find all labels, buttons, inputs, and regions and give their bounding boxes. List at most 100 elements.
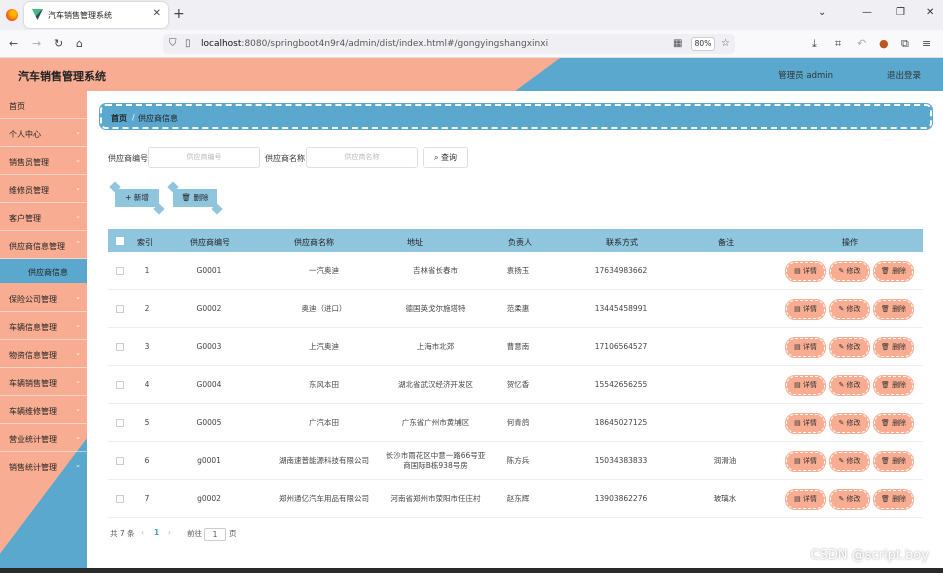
restore-icon[interactable]: ❐ — [896, 7, 905, 18]
bookmark-star-icon[interactable]: ☆ — [721, 38, 730, 49]
menu-hamburger-icon[interactable]: ≡ — [922, 37, 931, 50]
firefox-icon[interactable] — [6, 9, 18, 21]
search-button[interactable]: ⌕ 查询 — [423, 147, 468, 168]
shield-icon[interactable]: ⛉ — [169, 38, 177, 49]
select-all-checkbox[interactable] — [116, 237, 124, 245]
cell-address: 湖北省武汉经济开发区 — [398, 380, 473, 389]
cell-index: 1 — [144, 266, 150, 275]
main-content: 首页 / 供应商信息 供应商编号 供应商编号 供应商名称 供应商名称 ⌕ 查询 … — [87, 91, 943, 573]
chevron-down-icon: ⌄ — [75, 377, 81, 385]
add-button[interactable]: + 新增 — [115, 189, 159, 207]
row-checkbox[interactable] — [116, 457, 124, 465]
row-checkbox[interactable] — [116, 343, 124, 351]
pagination-next[interactable]: › — [168, 528, 171, 537]
row-checkbox[interactable] — [116, 267, 124, 275]
crop-icon[interactable]: ⌗ — [835, 37, 841, 51]
col-header-index: 索引 — [137, 238, 153, 247]
url-bar[interactable]: ⛉ ▯ localhost:8080/springboot4n9r4/admin… — [163, 34, 735, 54]
detail-button[interactable]: ▤ 详情 — [785, 261, 826, 282]
sidebar-item-vehicle-repair[interactable]: 车辆维修管理 ⌄ — [0, 396, 87, 424]
sidebar-item-repairman[interactable]: 维修员管理 ⌄ — [0, 175, 87, 203]
cell-index: 2 — [144, 304, 150, 313]
edit-button[interactable]: ✎ 修改 — [829, 375, 870, 396]
detail-button[interactable]: ▤ 详情 — [785, 375, 826, 396]
trash-icon: 🗑 — [880, 305, 893, 313]
supplier-name-input[interactable]: 供应商名称 — [306, 147, 418, 168]
delete-button[interactable]: 🗑 删除 — [873, 451, 914, 472]
delete-button[interactable]: 🗑 删除 — [873, 337, 914, 358]
undo-icon[interactable]: ↶ — [857, 37, 866, 50]
table-row: 4 G0004 东风本田 湖北省武汉经济开发区 贺忆香 15542656255 ▤ 详情 ✎ … — [108, 366, 923, 404]
back-arrow-icon[interactable]: ← — [9, 37, 18, 50]
sidebar-item-vehicle-info[interactable]: 车辆信息管理 ⌄ — [0, 312, 87, 340]
close-tab-icon[interactable]: ✕ — [153, 8, 161, 19]
document-icon: ▤ — [794, 267, 803, 275]
chevron-down-icon: ⌄ — [75, 461, 81, 469]
delete-button[interactable]: 🗑 删除 — [873, 413, 914, 434]
row-checkbox[interactable] — [116, 305, 124, 313]
delete-button[interactable]: 🗑 删除 — [873, 261, 914, 282]
batch-delete-button[interactable]: 🗑 删除 — [173, 189, 217, 207]
cell-index: 7 — [144, 494, 150, 503]
delete-button-label: 删除 — [892, 305, 907, 313]
sidebar-item-label: 供应商信息管理 — [9, 242, 65, 251]
edit-button[interactable]: ✎ 修改 — [829, 337, 870, 358]
pagination-page[interactable]: 1 — [154, 528, 159, 537]
qr-code-icon[interactable]: ▦ — [673, 38, 682, 49]
edit-button[interactable]: ✎ 修改 — [829, 451, 870, 472]
sidebar-item-insurance[interactable]: 保险公司管理 ⌄ — [0, 284, 87, 312]
col-header-code: 供应商编号 — [190, 238, 230, 247]
pagination-goto-input[interactable]: 1 — [204, 528, 226, 541]
logout-link[interactable]: 退出登录 — [887, 69, 921, 81]
extensions-puzzle-icon[interactable]: ⧉ — [901, 37, 909, 51]
detail-button[interactable]: ▤ 详情 — [785, 299, 826, 320]
detail-button[interactable]: ▤ 详情 — [785, 413, 826, 434]
sidebar-item-sales-stats[interactable]: 销售统计管理 ⌄ — [0, 452, 87, 480]
sidebar-subitem-supplier-info[interactable]: 供应商信息 — [0, 259, 87, 283]
sidebar-item-label: 车辆维修管理 — [9, 407, 57, 416]
delete-button[interactable]: 🗑 删除 — [873, 489, 914, 510]
chevron-down-icon: ⌄ — [75, 405, 81, 413]
delete-button[interactable]: 🗑 删除 — [873, 375, 914, 396]
sidebar-item-vehicle-sales[interactable]: 车辆销售管理 ⌄ — [0, 368, 87, 396]
edit-icon: ✎ — [838, 381, 847, 389]
row-checkbox[interactable] — [116, 419, 124, 427]
forward-arrow-icon[interactable]: → — [32, 37, 41, 50]
edit-button[interactable]: ✎ 修改 — [829, 261, 870, 282]
url-text[interactable]: localhost:8080/springboot4n9r4/admin/dis… — [201, 39, 548, 49]
page-info-icon[interactable]: ▯ — [185, 38, 191, 49]
sidebar-item-home[interactable]: 首页 — [0, 91, 87, 119]
home-icon[interactable]: ⌂ — [76, 37, 83, 50]
edit-button[interactable]: ✎ 修改 — [829, 413, 870, 434]
window-close-icon[interactable]: ✕ — [926, 7, 934, 18]
detail-button[interactable]: ▤ 详情 — [785, 451, 826, 472]
new-tab-icon[interactable]: + — [173, 6, 185, 22]
edit-button[interactable]: ✎ 修改 — [829, 489, 870, 510]
zoom-level[interactable]: 80% — [691, 37, 715, 51]
sidebar-item-customer[interactable]: 客户管理 ⌄ — [0, 203, 87, 231]
extension-fox-icon[interactable]: ● — [879, 37, 889, 50]
edit-button-label: 修改 — [846, 267, 861, 275]
row-checkbox[interactable] — [116, 495, 124, 503]
sidebar-item-materials[interactable]: 物资信息管理 ⌄ — [0, 340, 87, 368]
download-icon[interactable]: ⤓ — [812, 37, 817, 51]
pagination-prev[interactable]: ‹ — [141, 528, 144, 537]
delete-button[interactable]: 🗑 删除 — [873, 299, 914, 320]
breadcrumb-home[interactable]: 首页 — [111, 113, 127, 124]
minimize-icon[interactable]: — — [862, 7, 872, 18]
supplier-code-input[interactable]: 供应商编号 — [148, 147, 260, 168]
sidebar-item-salesman[interactable]: 销售员管理 ⌄ — [0, 147, 87, 175]
sidebar-item-supplier-mgmt[interactable]: 供应商信息管理 ⌃ — [0, 231, 87, 259]
sidebar-item-business-stats[interactable]: 营业统计管理 ⌄ — [0, 424, 87, 452]
reload-icon[interactable]: ↻ — [54, 37, 63, 50]
browser-tab[interactable]: 汽车销售管理系统 ✕ — [24, 2, 168, 28]
edit-button[interactable]: ✎ 修改 — [829, 299, 870, 320]
detail-button[interactable]: ▤ 详情 — [785, 489, 826, 510]
supplier-code-label: 供应商编号 — [108, 154, 148, 163]
tab-list-chevron-icon[interactable]: ⌄ — [818, 7, 826, 18]
cell-index: 6 — [144, 456, 150, 465]
sidebar-item-label: 保险公司管理 — [9, 295, 57, 304]
row-checkbox[interactable] — [116, 381, 124, 389]
detail-button[interactable]: ▤ 详情 — [785, 337, 826, 358]
sidebar-item-profile[interactable]: 个人中心 ⌄ — [0, 119, 87, 147]
